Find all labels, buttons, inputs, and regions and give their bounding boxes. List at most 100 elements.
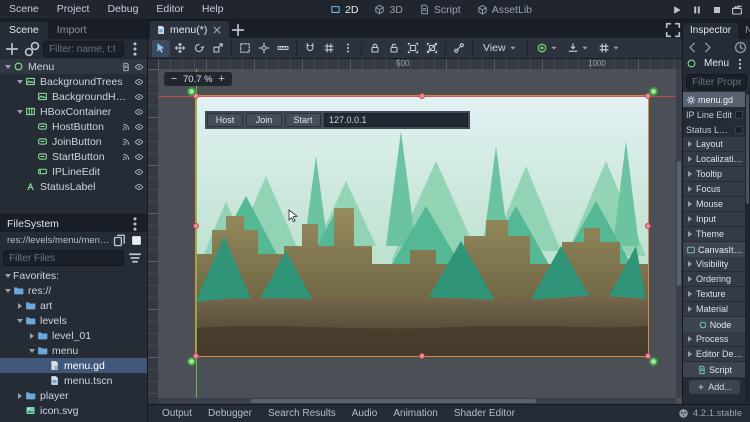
scene-filter-input[interactable] [43,41,124,57]
anchor-handle[interactable] [187,357,196,366]
insert-key-options-menu[interactable] [563,40,593,57]
workspace-script[interactable]: Script [411,0,469,19]
bottom-tab-search-results[interactable]: Search Results [260,405,344,422]
bottom-tab-audio[interactable]: Audio [344,405,386,422]
add-metadata-button[interactable]: Add... [689,380,740,394]
selection-handle[interactable] [645,223,651,229]
viewport-vertical-scrollbar[interactable] [676,69,682,398]
assign-box[interactable] [735,126,743,134]
selected-control-rect[interactable]: HostJoinStart [196,96,648,356]
node-extra-options-button[interactable] [733,57,747,71]
grid-snap-toggle[interactable] [320,40,338,57]
scene-tree-item-menu[interactable]: Menu [0,59,147,74]
join-button[interactable]: Join [246,113,282,127]
scene-tree-item-statuslabel[interactable]: StatusLabel [0,179,147,194]
eye-icon[interactable] [134,152,144,162]
play-button[interactable] [668,2,686,18]
add-node-button[interactable] [3,41,21,57]
tab-import[interactable]: Import [48,22,96,39]
rotate-tool[interactable] [190,40,208,57]
selection-handle[interactable] [419,93,425,99]
eye-icon[interactable] [134,77,144,87]
scale-tool[interactable] [209,40,227,57]
list-select-tool[interactable] [236,40,254,57]
file-item-res[interactable]: res:// [0,283,147,298]
inspector-section-ordering[interactable]: Ordering [683,272,746,287]
anchor-handle[interactable] [649,357,658,366]
selection-handle[interactable] [419,353,425,359]
zoom-out-button[interactable]: − [170,73,178,85]
inspector-section-localization[interactable]: Localization [683,152,746,167]
file-filter-input[interactable] [3,250,124,266]
viewport-horizontal-scrollbar[interactable] [158,398,676,404]
selection-handle[interactable] [193,223,199,229]
file-item-favorites[interactable]: Favorites: [0,268,147,283]
workspace-2d[interactable]: 2D [322,0,366,19]
bottom-tab-debugger[interactable]: Debugger [200,405,260,422]
inspector-section-focus[interactable]: Focus [683,182,746,197]
next-object-button[interactable] [700,40,715,54]
expand-viewport-button[interactable] [664,22,682,38]
scene-tree-item-startbutton[interactable]: StartButton [0,149,147,164]
toggle-split-mode-button[interactable] [129,233,144,247]
host-button[interactable]: Host [207,113,243,127]
file-item-menu-tscn[interactable]: menu.tscn [0,373,147,388]
signal-icon[interactable] [121,152,131,162]
start-button[interactable]: Start [285,113,321,127]
bottom-tab-output[interactable]: Output [154,405,200,422]
property-ip-line-edit[interactable]: IP Line Edit [683,107,746,122]
script-class-header[interactable]: menu.gd [683,92,746,107]
inspector-section-process[interactable]: Process [683,332,746,347]
new-scene-tab-button[interactable] [229,22,247,38]
inspector-scrollbar[interactable] [745,92,750,402]
anchor-handle[interactable] [649,87,658,96]
inspector-section-mouse[interactable]: Mouse [683,197,746,212]
file-item-menu-gd[interactable]: menu.gd [0,358,147,373]
scene-tree-item-backgroundhouses[interactable]: BackgroundHouses [0,89,147,104]
2d-viewport[interactable]: HostJoinStart − 70.7 % + 5001000 [148,59,682,404]
eye-icon[interactable] [134,182,144,192]
stop-button[interactable] [708,2,726,18]
tab-scene[interactable]: Scene [0,22,48,39]
instantiate-scene-button[interactable] [23,41,41,57]
menu-editor[interactable]: Editor [147,0,192,19]
inspector-tab-inspector[interactable]: Inspector [683,23,738,39]
signal-icon[interactable] [121,122,131,132]
inspector-section-tooltip[interactable]: Tooltip [683,167,746,182]
move-tool[interactable] [171,40,189,57]
insert-key-menu[interactable] [532,40,562,57]
menu-scene[interactable]: Scene [0,0,48,19]
workspace-3d[interactable]: 3D [366,0,410,19]
unlock-node-button[interactable] [385,40,403,57]
movie-maker-button[interactable] [728,2,746,18]
eye-icon[interactable] [134,62,144,72]
eye-icon[interactable] [134,137,144,147]
menu-help[interactable]: Help [193,0,233,19]
snap-options-menu[interactable] [339,40,357,57]
ip-line-edit-preview[interactable] [324,113,468,127]
menu-debug[interactable]: Debug [98,0,147,19]
menu-project[interactable]: Project [48,0,99,19]
lock-node-button[interactable] [366,40,384,57]
smart-snap-toggle[interactable] [301,40,319,57]
file-item-icon-svg[interactable]: icon.svg [0,403,147,418]
eye-icon[interactable] [134,92,144,102]
skeleton-options-menu[interactable] [450,40,468,57]
scene-tree-item-iplineedit[interactable]: IPLineEdit [0,164,147,179]
scene-tab-menu[interactable]: menu(*) [150,21,229,38]
inspector-filter-input[interactable] [686,74,747,90]
inspector-section-material[interactable]: Material [683,302,746,317]
inspector-section-editor-description[interactable]: Editor Description [683,347,746,362]
prev-object-button[interactable] [685,40,700,54]
file-item-level-01[interactable]: level_01 [0,328,147,343]
assign-box[interactable] [735,111,743,119]
inspector-tab-node[interactable]: Node [738,23,750,39]
edit-pivot-tool[interactable] [255,40,273,57]
scene-tree-item-joinbutton[interactable]: JoinButton [0,134,147,149]
file-item-player[interactable]: player [0,388,147,403]
file-item-art[interactable]: art [0,298,147,313]
onion-skinning-menu[interactable] [594,40,624,57]
close-tab-button[interactable] [211,24,223,36]
file-item-levels[interactable]: levels [0,313,147,328]
bottom-tab-shader-editor[interactable]: Shader Editor [446,405,523,422]
